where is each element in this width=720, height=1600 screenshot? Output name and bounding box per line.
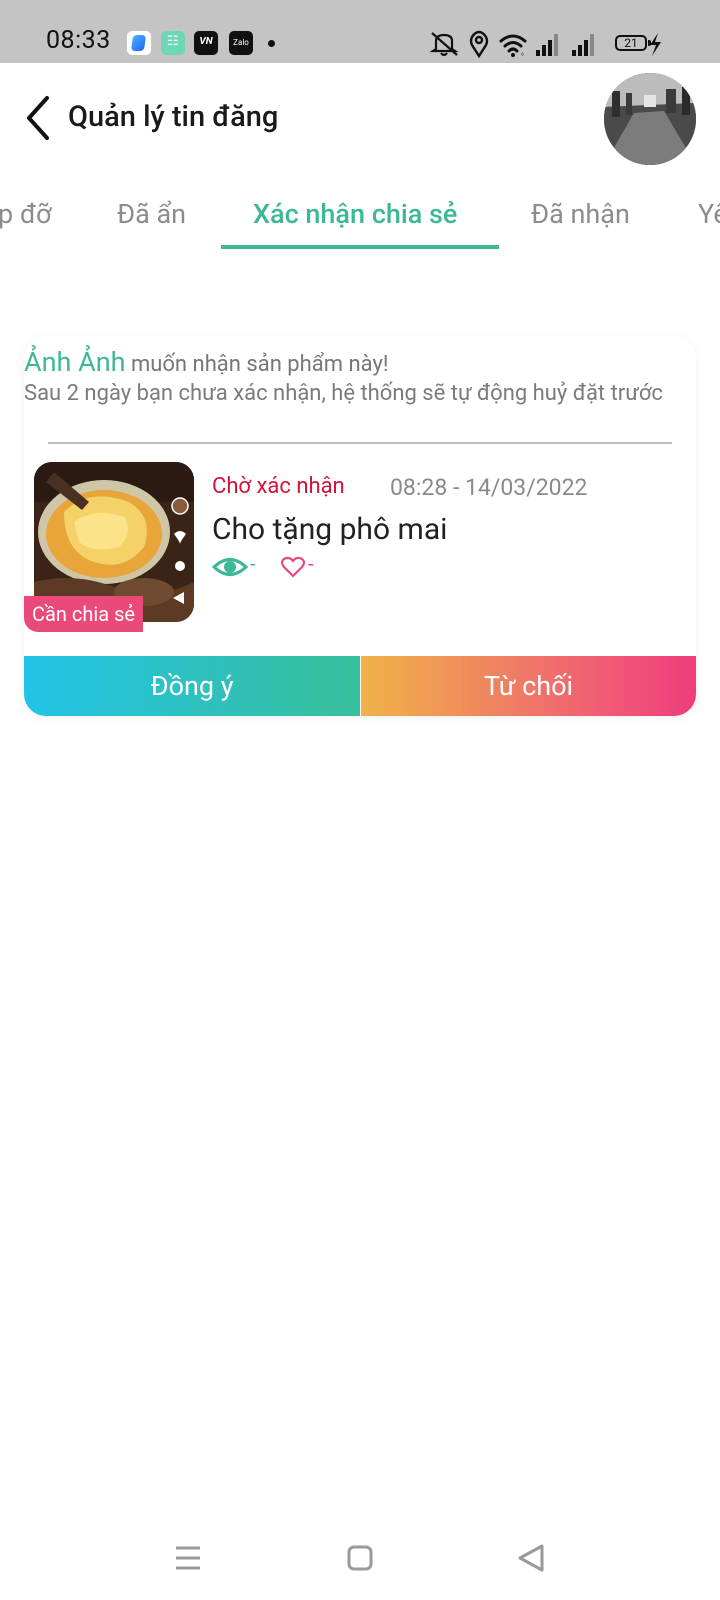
- svg-text:⁶: ⁶: [521, 52, 524, 58]
- location-icon: [469, 30, 489, 58]
- wifi-icon: ⁶: [499, 34, 527, 58]
- request-line: Ảnh Ảnh muốn nhận sản phẩm này!: [24, 346, 389, 378]
- home-square-icon: [347, 1545, 373, 1571]
- post-datetime: 08:28 - 14/03/2022: [390, 474, 588, 501]
- views-count: -: [250, 552, 256, 576]
- menu-icon: [176, 1546, 200, 1570]
- chevron-left-icon: [27, 96, 49, 140]
- tab-request[interactable]: Yê: [698, 198, 720, 230]
- tab-support[interactable]: p đỡ: [0, 198, 51, 230]
- tab-bar: p đỡ Đã ẩn Xác nhận chia sẻ Đã nhận Yê: [0, 180, 720, 256]
- status-label: Chờ xác nhận: [212, 474, 345, 499]
- market-icon: ☷: [161, 31, 185, 55]
- back-triangle-icon: [518, 1544, 544, 1572]
- request-text: muốn nhận sản phẩm này!: [130, 352, 389, 377]
- charging-icon: [650, 33, 661, 56]
- nav-back-button[interactable]: [512, 1538, 552, 1578]
- heart-icon: [281, 556, 305, 578]
- mute-icon: [430, 32, 459, 57]
- status-time: 08:33: [46, 26, 111, 55]
- avatar-image: [604, 73, 696, 165]
- tab-hidden[interactable]: Đã ẩn: [117, 198, 186, 230]
- avatar[interactable]: [604, 73, 696, 165]
- page-title: Quản lý tin đăng: [68, 100, 279, 134]
- share-badge: Cần chia sẻ: [24, 596, 144, 632]
- notification-dot-icon: [268, 40, 275, 47]
- news-icon: VN: [194, 31, 218, 55]
- accept-button[interactable]: Đồng ý: [24, 656, 360, 716]
- post-title[interactable]: Cho tặng phô mai: [212, 512, 447, 547]
- requester-name[interactable]: Ảnh Ảnh: [24, 346, 126, 378]
- home-button[interactable]: [340, 1538, 380, 1578]
- signal-icon: [536, 34, 558, 56]
- zalo-icon: Zalo: [229, 31, 253, 55]
- menu-button[interactable]: [168, 1538, 208, 1578]
- eye-icon: [212, 558, 248, 576]
- reject-button[interactable]: Từ chối: [361, 656, 696, 716]
- status-bar: 08:33 ☷ VN Zalo ⁶ 21: [0, 0, 720, 63]
- auto-cancel-notice: Sau 2 ngày bạn chưa xác nhận, hệ thống s…: [24, 381, 663, 406]
- likes-count: -: [308, 552, 314, 576]
- tab-confirm-share[interactable]: Xác nhận chia sẻ: [253, 198, 457, 230]
- browser-icon: [127, 31, 151, 55]
- signal-icon: [572, 34, 594, 56]
- back-button[interactable]: [18, 94, 58, 142]
- active-tab-indicator: [221, 245, 499, 249]
- battery-icon: 21: [615, 35, 651, 51]
- share-request-card: Ảnh Ảnh muốn nhận sản phẩm này! Sau 2 ng…: [24, 336, 696, 716]
- divider: [48, 442, 672, 444]
- tab-received[interactable]: Đã nhận: [531, 198, 630, 230]
